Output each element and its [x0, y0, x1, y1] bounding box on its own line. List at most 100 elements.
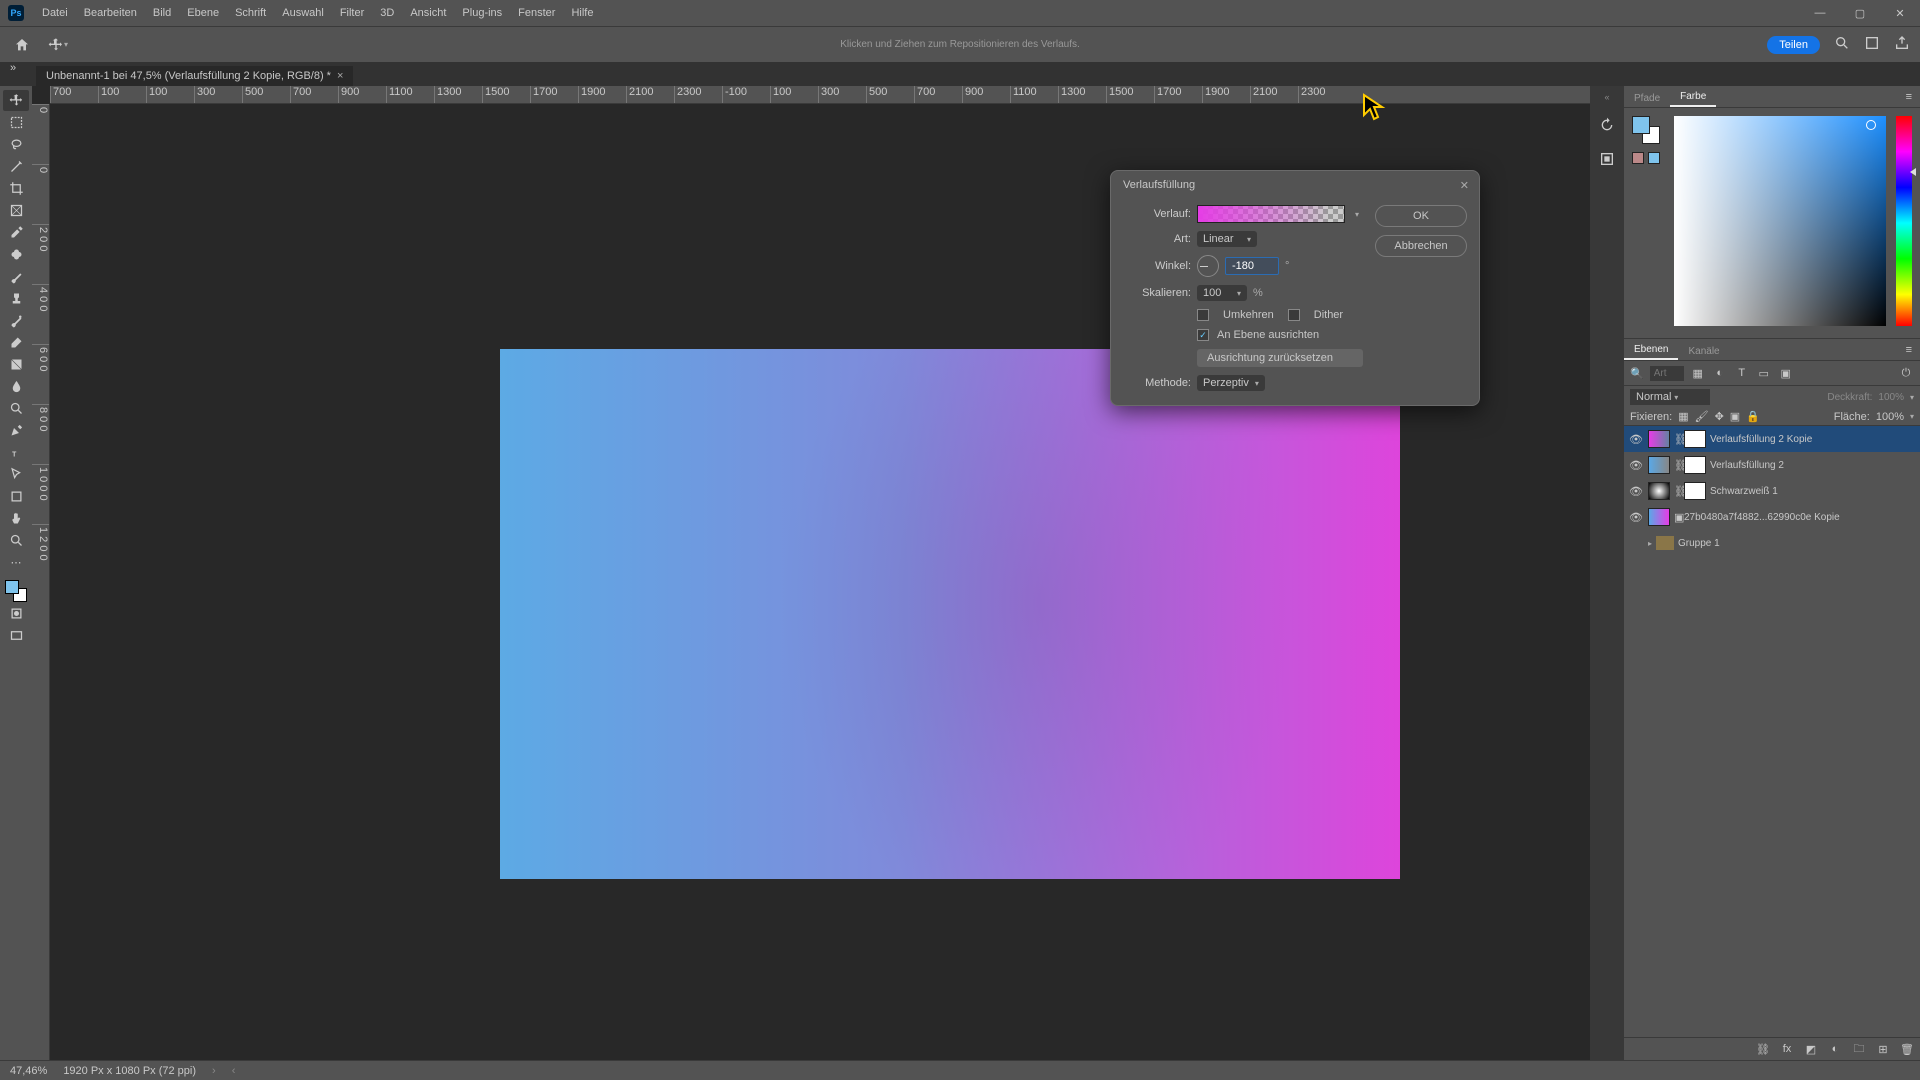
hue-thumb[interactable]	[1910, 168, 1916, 176]
adjustment-icon[interactable]: ◐	[1828, 1042, 1842, 1056]
zoom-tool[interactable]	[3, 530, 29, 551]
visibility-icon[interactable]: 👁	[1628, 483, 1644, 499]
menu-edit[interactable]: Bearbeiten	[76, 7, 145, 19]
layer-filter-input[interactable]	[1650, 366, 1684, 381]
home-button[interactable]	[10, 33, 34, 57]
scale-input[interactable]: 100▾	[1197, 285, 1247, 301]
layer-mask[interactable]	[1684, 430, 1706, 448]
layer-thumb[interactable]	[1648, 430, 1670, 448]
path-select-tool[interactable]	[3, 464, 29, 485]
wand-tool[interactable]	[3, 156, 29, 177]
zoom-level[interactable]: 47,46%	[10, 1065, 47, 1077]
layers-panel-menu-icon[interactable]: ≡	[1898, 340, 1920, 360]
mask-icon[interactable]: ◩	[1804, 1042, 1818, 1056]
fg-color-swatch[interactable]	[1632, 116, 1650, 134]
window-maximize[interactable]: ▢	[1840, 0, 1880, 26]
chevron-down-icon[interactable]: ▾	[1910, 393, 1914, 402]
eraser-tool[interactable]	[3, 332, 29, 353]
group-icon[interactable]: 🗀	[1852, 1042, 1866, 1056]
window-close[interactable]: ✕	[1880, 0, 1920, 26]
heal-tool[interactable]	[3, 244, 29, 265]
layer-mask[interactable]	[1684, 482, 1706, 500]
document-image[interactable]	[500, 349, 1400, 879]
blend-mode-select[interactable]: Normal ▾	[1630, 389, 1710, 405]
angle-dial[interactable]	[1197, 255, 1219, 277]
gradient-tool[interactable]	[3, 354, 29, 375]
filter-smart-icon[interactable]: ▣	[1778, 365, 1794, 381]
hue-strip[interactable]	[1896, 116, 1912, 326]
menu-plugins[interactable]: Plug-ins	[454, 7, 510, 19]
visibility-icon[interactable]: 👁	[1628, 431, 1644, 447]
lasso-tool[interactable]	[3, 134, 29, 155]
search-icon[interactable]	[1834, 35, 1850, 54]
lock-trans-icon[interactable]: ▦	[1678, 410, 1688, 423]
layer-thumb[interactable]	[1648, 482, 1670, 500]
frame-tool[interactable]	[3, 200, 29, 221]
document-tab[interactable]: Unbenannt-1 bei 47,5% (Verlaufsfüllung 2…	[36, 66, 353, 86]
align-checkbox[interactable]	[1197, 329, 1209, 341]
move-tool-icon[interactable]: ▾	[46, 33, 70, 57]
link-icon[interactable]: ⛓	[1674, 433, 1680, 446]
screenmode-tool[interactable]	[3, 625, 29, 646]
reset-alignment-button[interactable]: Ausrichtung zurücksetzen	[1197, 349, 1363, 367]
history-panel-icon[interactable]	[1596, 114, 1618, 136]
pen-tool[interactable]	[3, 420, 29, 441]
panel-toggle-icon[interactable]: »	[10, 62, 16, 74]
menu-filter[interactable]: Filter	[332, 7, 372, 19]
lock-pos-icon[interactable]: ✥	[1715, 410, 1724, 423]
layer-name[interactable]: Gruppe 1	[1678, 538, 1720, 549]
dialog-title-bar[interactable]: Verlaufsfüllung ✕	[1111, 171, 1479, 199]
reverse-checkbox[interactable]	[1197, 309, 1209, 321]
more-tools[interactable]: ⋯	[3, 552, 29, 573]
gradient-dropdown-icon[interactable]: ▾	[1351, 205, 1363, 223]
crop-tool[interactable]	[3, 178, 29, 199]
angle-input[interactable]: -180	[1225, 257, 1279, 275]
link-icon[interactable]: ⛓	[1674, 459, 1680, 472]
visibility-icon[interactable]: 👁	[1628, 457, 1644, 473]
dodge-tool[interactable]	[3, 398, 29, 419]
filter-shape-icon[interactable]: ▭	[1756, 365, 1772, 381]
layer-mask[interactable]	[1684, 456, 1706, 474]
window-minimize[interactable]: —	[1800, 0, 1840, 26]
tab-pfade[interactable]: Pfade	[1624, 90, 1670, 107]
eyedropper-tool[interactable]	[3, 222, 29, 243]
layer-row[interactable]: 👁 ▸ Gruppe 1	[1624, 530, 1920, 556]
arrange-icon[interactable]	[1864, 35, 1880, 54]
layer-row[interactable]: 👁 ▣ 27b0480a7f4882...62990c0e Kopie	[1624, 504, 1920, 530]
layer-thumb[interactable]	[1648, 508, 1670, 526]
layer-name[interactable]: Verlaufsfüllung 2	[1710, 460, 1784, 471]
layer-thumb[interactable]	[1648, 456, 1670, 474]
new-layer-icon[interactable]: ⊞	[1876, 1042, 1890, 1056]
lock-nest-icon[interactable]: ▣	[1730, 410, 1740, 423]
type-tool[interactable]: T	[3, 442, 29, 463]
menu-view[interactable]: Ansicht	[402, 7, 454, 19]
menu-type[interactable]: Schrift	[227, 7, 274, 19]
tab-farbe[interactable]: Farbe	[1670, 88, 1716, 107]
move-tool[interactable]	[3, 90, 29, 111]
method-select[interactable]: Perzeptiv▾	[1197, 375, 1265, 391]
quickmask-tool[interactable]	[3, 603, 29, 624]
chevron-down-icon[interactable]: ▾	[1910, 412, 1914, 421]
menu-window[interactable]: Fenster	[510, 7, 563, 19]
history-brush-tool[interactable]	[3, 310, 29, 331]
menu-image[interactable]: Bild	[145, 7, 179, 19]
fx-icon[interactable]: fx	[1780, 1042, 1794, 1056]
folder-expand-icon[interactable]: ▸	[1648, 539, 1652, 548]
tab-ebenen[interactable]: Ebenen	[1624, 341, 1678, 360]
dither-checkbox[interactable]	[1288, 309, 1300, 321]
visibility-icon[interactable]: 👁	[1628, 509, 1644, 525]
filter-image-icon[interactable]: ▦	[1690, 365, 1706, 381]
opacity-value[interactable]: 100%	[1878, 392, 1904, 403]
foreground-background-color[interactable]	[5, 580, 27, 602]
brush-tool[interactable]	[3, 266, 29, 287]
layer-row[interactable]: 👁 ⛓ Schwarzweiß 1	[1624, 478, 1920, 504]
hand-tool[interactable]	[3, 508, 29, 529]
layer-name[interactable]: Verlaufsfüllung 2 Kopie	[1710, 434, 1812, 445]
marquee-tool[interactable]	[3, 112, 29, 133]
stamp-tool[interactable]	[3, 288, 29, 309]
doc-info[interactable]: 1920 Px x 1080 Px (72 ppi)	[63, 1065, 196, 1077]
color-panel-fgbg[interactable]	[1632, 116, 1660, 144]
layer-name[interactable]: 27b0480a7f4882...62990c0e Kopie	[1684, 512, 1840, 523]
panel-menu-icon[interactable]: ≡	[1898, 87, 1920, 107]
delete-layer-icon[interactable]: 🗑	[1900, 1042, 1914, 1056]
